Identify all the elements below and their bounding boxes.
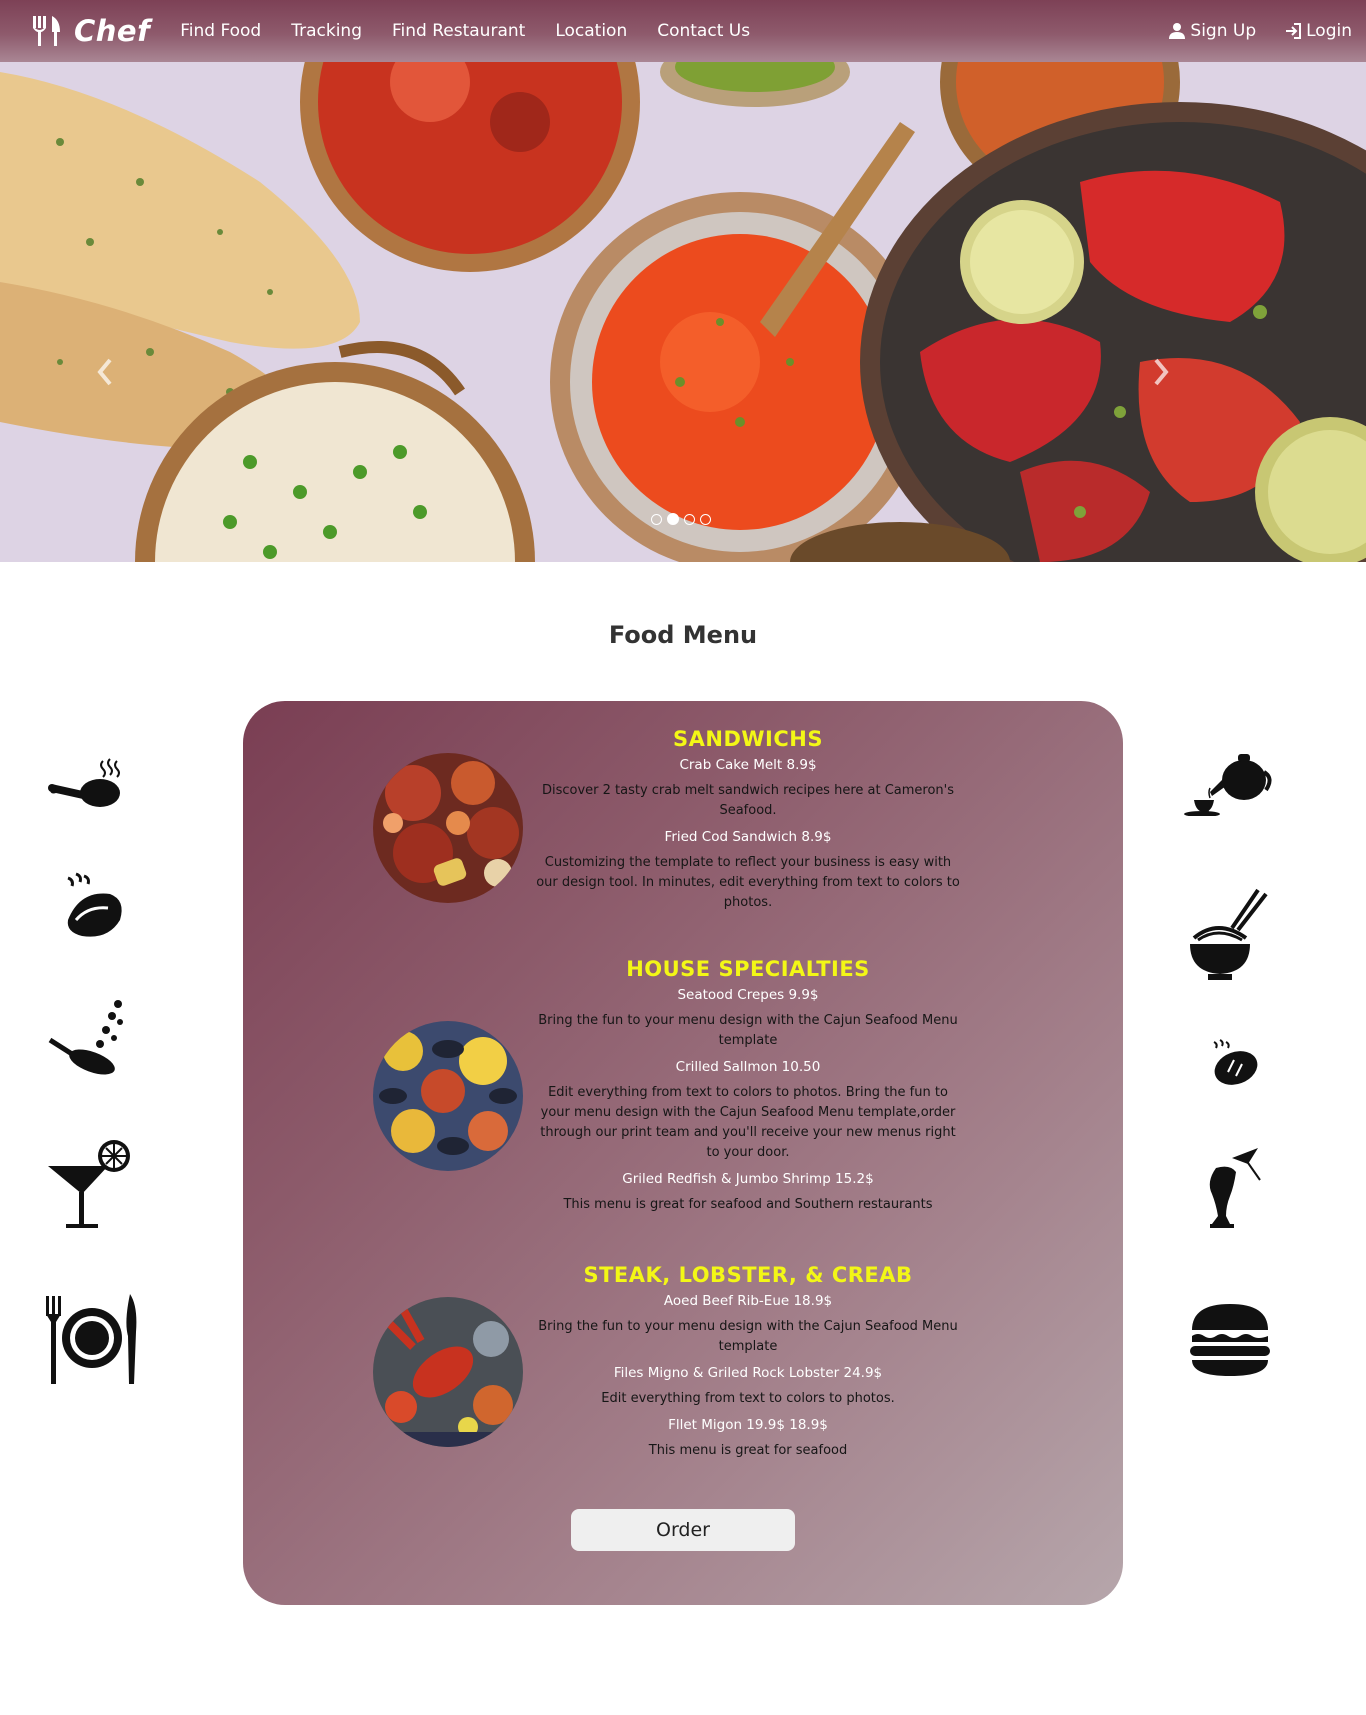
menu-item-desc: Bring the fun to your menu design with t… xyxy=(538,1319,958,1354)
nav-location[interactable]: Location xyxy=(555,21,627,41)
menu-section-sandwichs: SANDWICHS Crab Cake Melt 8.9$ Discover 2… xyxy=(533,727,963,921)
nav-find-restaurant[interactable]: Find Restaurant xyxy=(392,21,525,41)
login-link[interactable]: Login xyxy=(1284,21,1352,41)
section-heading: STEAK, LOBSTER, & CREAB xyxy=(583,1263,913,1287)
menu-item-desc: Edit everything from text to colors to p… xyxy=(540,1085,956,1160)
nav-contact-us[interactable]: Contact Us xyxy=(657,21,750,41)
frying-pan-icon xyxy=(48,1000,123,1075)
carousel-dot-4[interactable] xyxy=(700,514,711,525)
fork-knife-icon xyxy=(33,16,60,46)
navbar: Chef Find Food Tracking Find Restaurant … xyxy=(0,0,1366,62)
nav-account: Sign Up Login xyxy=(1140,0,1352,62)
menu-item-desc: This menu is great for seafood and South… xyxy=(563,1197,933,1212)
login-label: Login xyxy=(1306,21,1352,41)
chicken-leg-icon xyxy=(48,758,120,807)
menu-item-desc: Discover 2 tasty crab melt sandwich reci… xyxy=(541,783,955,818)
menu-card: SANDWICHS Crab Cake Melt 8.9$ Discover 2… xyxy=(243,701,1123,1605)
hero-food-image xyxy=(0,62,1366,562)
user-icon xyxy=(1169,23,1186,39)
hero-carousel xyxy=(0,62,1366,562)
section-heading: HOUSE SPECIALTIES xyxy=(626,957,870,981)
steaming-dish-icon xyxy=(67,872,122,937)
menu-item-name: Crilled Sallmon 10.50 xyxy=(675,1059,821,1075)
burger-icon xyxy=(1190,1304,1270,1376)
carousel-dot-2[interactable] xyxy=(667,513,679,525)
section-heading: SANDWICHS xyxy=(673,727,823,751)
crawfish-photo xyxy=(373,753,523,903)
nav-find-food[interactable]: Find Food xyxy=(180,21,261,41)
teapot-icon xyxy=(1184,754,1272,816)
signup-link[interactable]: Sign Up xyxy=(1168,21,1256,41)
menu-item-name: Crab Cake Melt 8.9$ xyxy=(679,757,817,773)
menu-item-desc: Edit everything from text to colors to p… xyxy=(601,1391,895,1406)
seafood-boil-photo xyxy=(373,1021,523,1171)
lobster-platter-photo xyxy=(373,1297,523,1447)
carousel-next-icon[interactable] xyxy=(1146,352,1176,392)
menu-item-name: Files Migno & Griled Rock Lobster 24.9$ xyxy=(613,1365,883,1381)
carousel-dot-1[interactable] xyxy=(651,514,662,525)
noodle-bowl-icon xyxy=(1190,888,1268,980)
signup-label: Sign Up xyxy=(1190,21,1257,41)
carousel-indicators xyxy=(651,513,716,525)
tropical-drink-icon xyxy=(1209,1148,1261,1228)
section-title: Food Menu xyxy=(608,621,758,649)
menu-item-name: Seatood Crepes 9.9$ xyxy=(677,987,819,1003)
bread-icon xyxy=(1213,1039,1258,1085)
menu-item-name: Fllet Migon 19.9$ 18.9$ xyxy=(668,1417,828,1433)
menu-item-name: Fried Cod Sandwich 8.9$ xyxy=(664,829,832,845)
menu-item-desc: This menu is great for seafood xyxy=(648,1443,848,1458)
menu-item-name: Aoed Beef Rib-Eue 18.9$ xyxy=(663,1293,833,1309)
nav-tracking[interactable]: Tracking xyxy=(291,21,362,41)
menu-section-steak-lobster: STEAK, LOBSTER, & CREAB Aoed Beef Rib-Eu… xyxy=(533,1263,963,1469)
nav-links: Find Food Tracking Find Restaurant Locat… xyxy=(180,21,780,41)
brand-name: Chef xyxy=(74,14,151,48)
order-button[interactable]: Order xyxy=(571,1509,795,1551)
plate-cutlery-icon xyxy=(46,1294,137,1384)
cocktail-icon xyxy=(48,1140,130,1228)
carousel-dot-3[interactable] xyxy=(684,514,695,525)
menu-item-desc: Bring the fun to your menu design with t… xyxy=(538,1013,958,1048)
carousel-prev-icon[interactable] xyxy=(90,352,120,392)
login-icon xyxy=(1286,23,1302,39)
brand-logo[interactable]: Chef xyxy=(30,14,150,48)
menu-section-house-specialties: HOUSE SPECIALTIES Seatood Crepes 9.9$ Br… xyxy=(533,957,963,1223)
menu-item-desc: Customizing the template to reflect your… xyxy=(536,855,960,910)
menu-item-name: Griled Redfish & Jumbo Shrimp 15.2$ xyxy=(622,1171,874,1187)
